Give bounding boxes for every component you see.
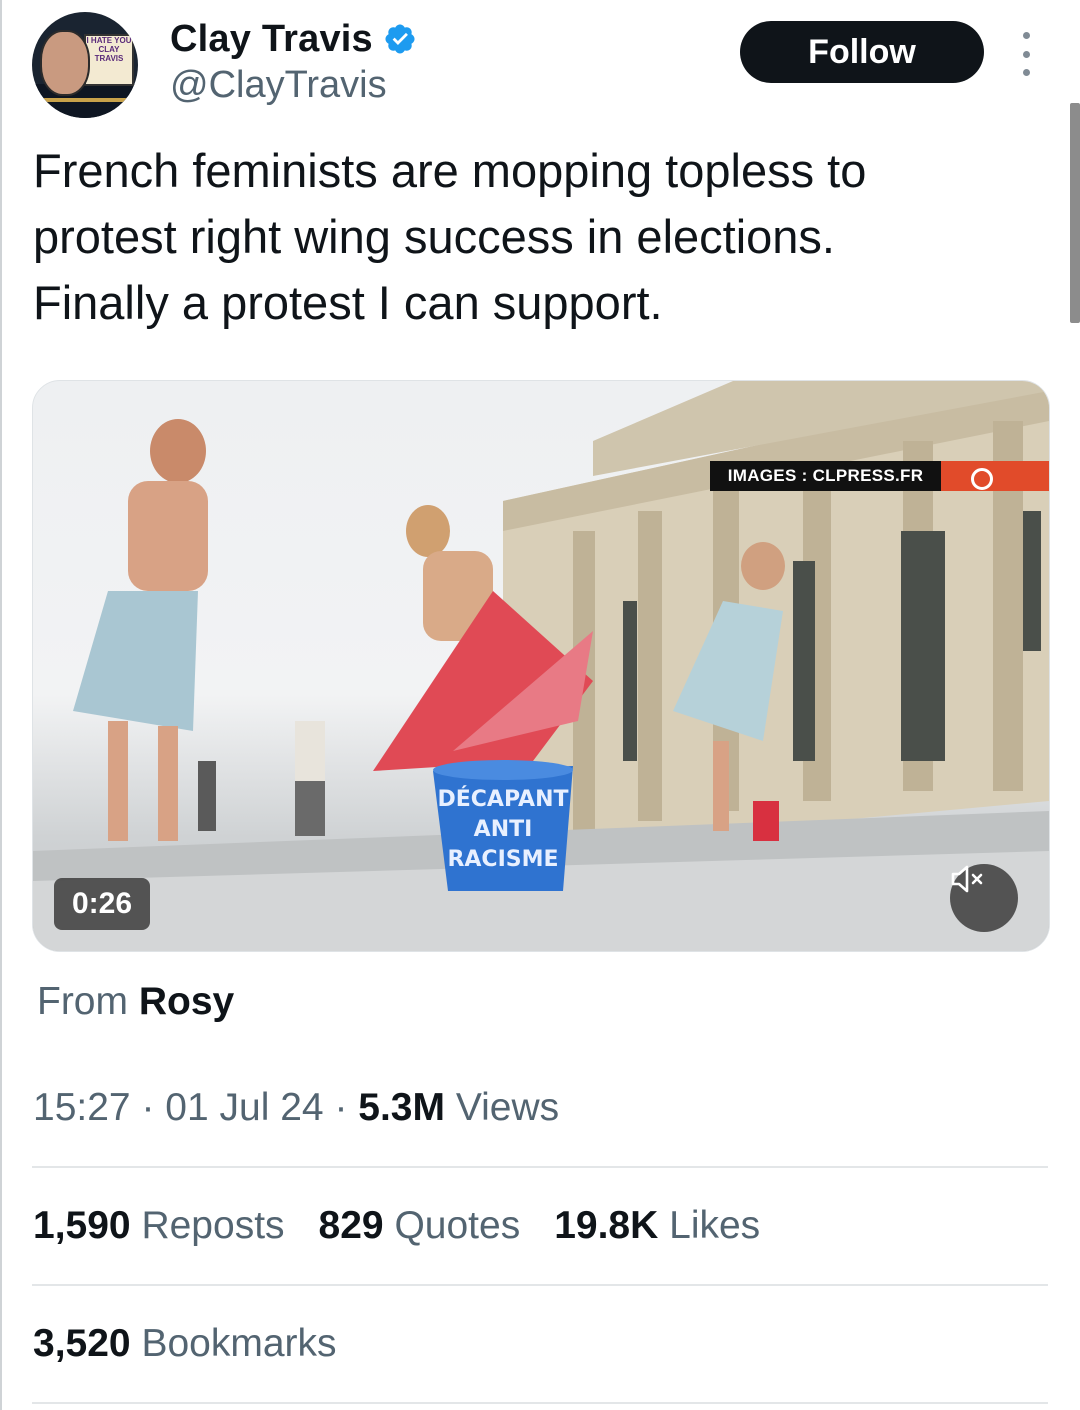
author-handle[interactable]: @ClayTravis <box>170 64 387 107</box>
follow-button[interactable]: Follow <box>740 21 984 83</box>
video-attribution[interactable]: From Rosy <box>37 980 234 1024</box>
window-edge <box>0 0 2 1410</box>
tweet-text: French feminists are mopping topless to … <box>33 144 867 329</box>
author-name-row[interactable]: Clay Travis <box>170 16 417 62</box>
bucket-text-line-3: RACISME <box>447 847 558 872</box>
reposts-stat[interactable]: 1,590 Reposts <box>33 1204 285 1248</box>
quotes-stat[interactable]: 829 Quotes <box>319 1204 521 1248</box>
more-options-icon[interactable] <box>1012 32 1040 76</box>
speaker-muted-icon[interactable] <box>950 864 1018 932</box>
likes-stat[interactable]: 19.8K Likes <box>554 1204 760 1248</box>
video-duration: 0:26 <box>54 878 150 930</box>
divider <box>32 1166 1048 1168</box>
attribution-source[interactable]: Rosy <box>139 980 234 1023</box>
display-name[interactable]: Clay Travis <box>170 18 373 61</box>
video-watermark: IMAGES : CLPRESS.FR <box>710 461 941 491</box>
views-label: Views <box>455 1086 560 1129</box>
video-player[interactable]: DÉCAPANT ANTI RACISME IMAGES : CLPRESS.F… <box>32 380 1050 952</box>
tweet-time[interactable]: 15:27 <box>33 1086 131 1129</box>
avatar[interactable]: I HATE YOU CLAY TRAVIS <box>32 12 138 118</box>
tweet-header: I HATE YOU CLAY TRAVIS Clay Travis @Clay… <box>32 10 1048 120</box>
tweet-meta: 15:27 · 01 Jul 24 · 5.3M Views <box>33 1086 560 1129</box>
divider <box>32 1284 1048 1286</box>
bookmarks-stat[interactable]: 3,520 Bookmarks <box>33 1322 337 1366</box>
avatar-poster: I HATE YOU CLAY TRAVIS <box>84 34 134 86</box>
engagement-stats: 1,590 Reposts 829 Quotes 19.8K Likes <box>33 1204 794 1248</box>
divider <box>32 1402 1048 1404</box>
bucket-text-line-2: ANTI <box>474 817 533 842</box>
verified-badge-icon <box>385 24 415 54</box>
bucket-text-line-1: DÉCAPANT <box>437 786 568 812</box>
views-count: 5.3M <box>358 1086 445 1129</box>
scrollbar[interactable] <box>1070 103 1080 323</box>
tweet-date[interactable]: 01 Jul 24 <box>165 1086 323 1129</box>
channel-logo-icon <box>941 461 1049 491</box>
